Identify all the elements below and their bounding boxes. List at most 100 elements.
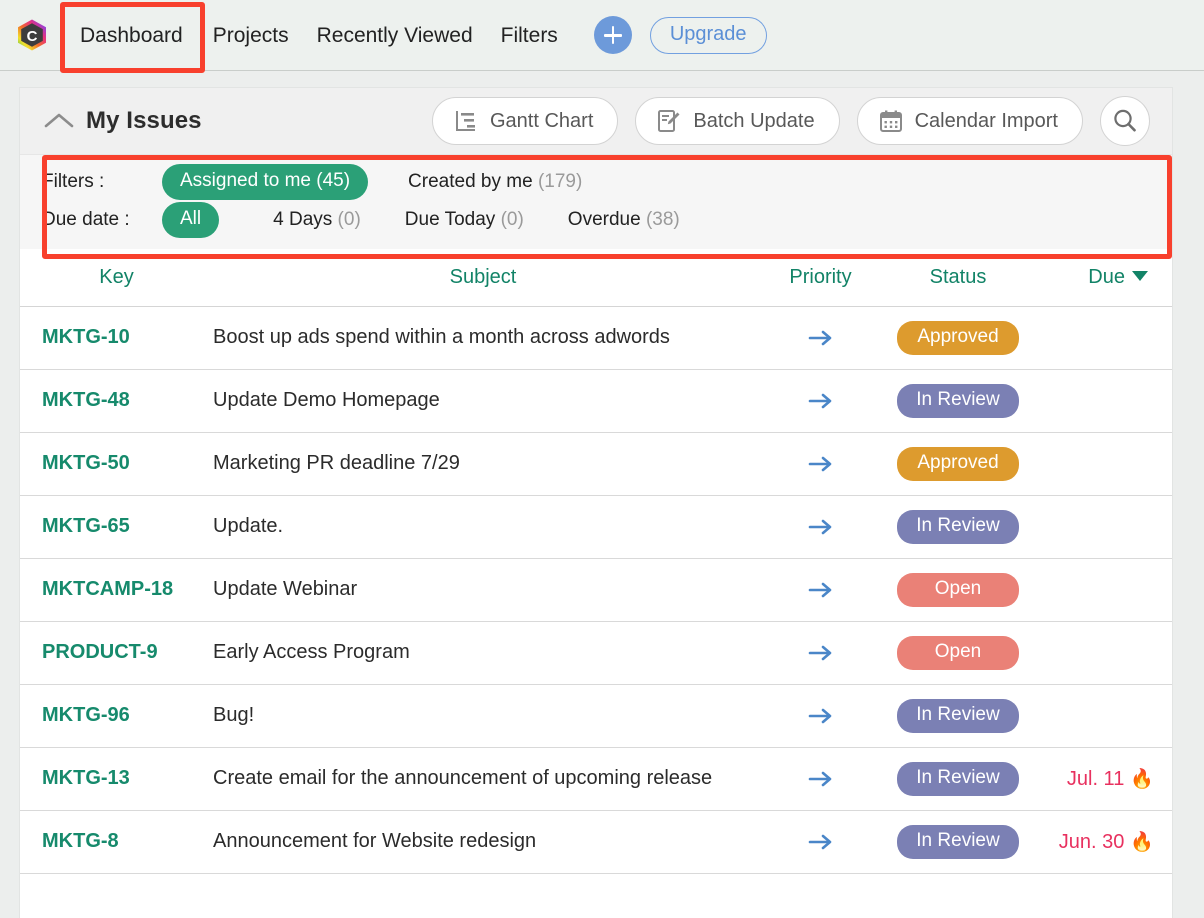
issue-subject-cell: Announcement for Website redesign [213, 810, 753, 874]
table-row[interactable]: MKTCAMP-18 Update Webinar Open [20, 558, 1172, 622]
issue-key-link[interactable]: MKTG-48 [42, 389, 130, 411]
column-header-priority[interactable]: Priority [753, 249, 888, 307]
issue-key-link[interactable]: PRODUCT-9 [42, 641, 158, 663]
nav-item-dashboard[interactable]: Dashboard [64, 0, 199, 71]
table-row[interactable]: PRODUCT-9 Early Access Program Open [20, 621, 1172, 685]
issue-subject-link[interactable]: Bug! [213, 704, 254, 726]
issue-due-cell [1028, 621, 1172, 685]
status-badge[interactable]: Approved [897, 446, 1019, 481]
issue-priority-cell [753, 684, 888, 748]
filter-bar: Filters : Assigned to me (45) Created by… [20, 154, 1172, 259]
arrow-right-icon [808, 582, 831, 597]
issue-priority-cell [753, 306, 888, 370]
due-filter-overdue[interactable]: Overdue (38) [564, 209, 684, 231]
nav-item-projects[interactable]: Projects [199, 0, 303, 71]
issue-status-cell: In Review [888, 747, 1028, 811]
table-row[interactable]: MKTG-8 Announcement for Website redesign I… [20, 810, 1172, 874]
issue-subject-cell: Early Access Program [213, 621, 753, 685]
issue-status-cell: In Review [888, 495, 1028, 559]
status-badge[interactable]: Open [897, 635, 1019, 670]
column-header-status[interactable]: Status [888, 249, 1028, 307]
table-row[interactable]: MKTG-65 Update. In Review [20, 495, 1172, 559]
issue-subject-link[interactable]: Announcement for Website redesign [213, 830, 536, 852]
gantt-chart-label: Gantt Chart [490, 109, 594, 132]
column-header-due[interactable]: Due [1028, 249, 1172, 307]
issue-key-cell: MKTG-48 [20, 369, 213, 433]
nav-item-recently-viewed[interactable]: Recently Viewed [303, 0, 487, 71]
issues-table-body: MKTG-10 Boost up ads spend within a month… [20, 306, 1172, 874]
issue-due-cell: Jun. 30 🔥 [1028, 810, 1172, 874]
issue-key-cell: MKTG-13 [20, 747, 213, 811]
nav-item-filters[interactable]: Filters [487, 0, 572, 71]
panel-header: My Issues Gantt Chart Batch Update Calen… [20, 88, 1172, 154]
add-button[interactable] [593, 16, 632, 54]
issue-key-cell: PRODUCT-9 [20, 621, 213, 685]
table-row[interactable]: MKTG-50 Marketing PR deadline 7/29 Approve… [20, 432, 1172, 496]
table-row[interactable]: MKTG-48 Update Demo Homepage In Review [20, 369, 1172, 433]
due-filter-due-today-count: (0) [500, 209, 524, 230]
due-filter-all[interactable]: All [162, 202, 220, 238]
filter-created-by-me-count: (179) [537, 171, 583, 192]
issue-subject-link[interactable]: Marketing PR deadline 7/29 [213, 452, 460, 474]
arrow-right-icon [808, 708, 831, 723]
column-header-key[interactable]: Key [20, 249, 213, 307]
issue-due-cell [1028, 495, 1172, 559]
search-icon [1114, 109, 1136, 132]
issue-subject-link[interactable]: Update. [213, 515, 283, 537]
issue-subject-link[interactable]: Create email for the announcement of upc… [213, 767, 712, 789]
status-badge[interactable]: In Review [897, 761, 1019, 796]
issue-subject-cell: Bug! [213, 684, 753, 748]
issue-key-link[interactable]: MKTG-13 [42, 767, 130, 789]
issue-key-cell: MKTG-96 [20, 684, 213, 748]
status-badge[interactable]: In Review [897, 509, 1019, 544]
issue-key-link[interactable]: MKTG-10 [42, 326, 130, 348]
table-header-row: Key Subject Priority Status Due [20, 249, 1172, 307]
search-button[interactable] [1100, 96, 1150, 146]
issue-key-link[interactable]: MKTG-96 [42, 704, 130, 726]
table-row[interactable]: MKTG-96 Bug! In Review [20, 684, 1172, 748]
issue-status-cell: Approved [888, 432, 1028, 496]
due-date-label: Due date : [42, 209, 130, 230]
batch-update-icon [658, 110, 680, 132]
gantt-chart-icon [456, 111, 475, 131]
issue-key-link[interactable]: MKTCAMP-18 [42, 578, 173, 600]
column-header-subject[interactable]: Subject [213, 249, 753, 307]
gantt-chart-button[interactable]: Gantt Chart [432, 97, 619, 145]
issue-status-cell: In Review [888, 684, 1028, 748]
due-filter-4-days[interactable]: 4 Days (0) [269, 209, 365, 231]
issues-table: Key Subject Priority Status Due MKTG-10 B… [20, 249, 1172, 874]
table-row[interactable]: MKTG-10 Boost up ads spend within a month… [20, 306, 1172, 370]
issue-status-cell: In Review [888, 810, 1028, 874]
status-badge[interactable]: In Review [897, 383, 1019, 418]
issue-subject-link[interactable]: Update Webinar [213, 578, 357, 600]
issue-subject-link[interactable]: Update Demo Homepage [213, 389, 440, 411]
issue-subject-cell: Update Demo Homepage [213, 369, 753, 433]
issue-key-link[interactable]: MKTG-50 [42, 452, 130, 474]
app-logo[interactable]: C [14, 17, 50, 53]
status-badge[interactable]: Approved [897, 320, 1019, 355]
arrow-right-icon [808, 330, 831, 345]
status-badge[interactable]: In Review [897, 698, 1019, 733]
calendar-import-button[interactable]: Calendar Import [856, 97, 1083, 145]
issue-key-link[interactable]: MKTG-65 [42, 515, 130, 537]
page-title: My Issues [86, 107, 202, 134]
filter-assigned-to-me[interactable]: Assigned to me (45) [162, 164, 369, 200]
issue-subject-cell: Update. [213, 495, 753, 559]
issue-due-cell [1028, 306, 1172, 370]
issue-status-cell: Approved [888, 306, 1028, 370]
issue-subject-link[interactable]: Boost up ads spend within a month across… [213, 326, 670, 348]
batch-update-button[interactable]: Batch Update [635, 97, 840, 145]
due-date-text: Jul. 11 [1066, 767, 1125, 790]
filter-created-by-me[interactable]: Created by me (179) [404, 171, 586, 193]
my-issues-panel: My Issues Gantt Chart Batch Update Calen… [20, 88, 1172, 918]
status-badge[interactable]: In Review [897, 824, 1019, 859]
status-badge[interactable]: Open [897, 572, 1019, 607]
table-row[interactable]: MKTG-13 Create email for the announcement… [20, 747, 1172, 811]
issue-key-link[interactable]: MKTG-8 [42, 830, 119, 852]
collapse-panel-button[interactable] [42, 104, 76, 138]
issue-subject-link[interactable]: Early Access Program [213, 641, 410, 663]
arrow-right-icon [808, 771, 831, 786]
fire-icon: 🔥 [1130, 831, 1154, 853]
due-filter-due-today[interactable]: Due Today (0) [401, 209, 528, 231]
upgrade-button[interactable]: Upgrade [649, 16, 767, 54]
